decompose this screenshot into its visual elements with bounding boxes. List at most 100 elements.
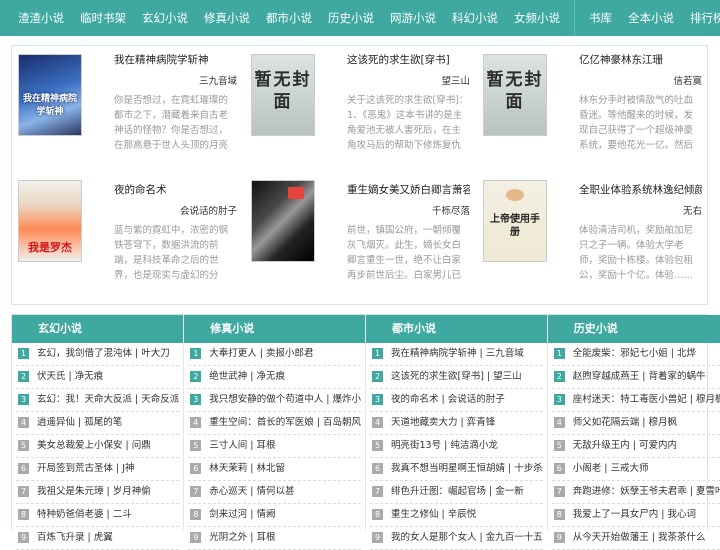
list-item[interactable]: 3 夜的命名术 | 会说话的肘子 bbox=[370, 389, 543, 412]
rank-badge: 7 bbox=[18, 486, 29, 497]
list-item[interactable]: 7 奔跑进修：妖孽王爷夫君乖 | 夏雪叶 bbox=[551, 481, 720, 504]
list-item-text: 玄幻，我剑借了混沌体 | 叶大刀 bbox=[37, 348, 170, 359]
list-item[interactable]: 6 林天茉莉 | 林北留 bbox=[188, 458, 361, 481]
featured-book[interactable]: 我在精神病院学斩神 我在精神病院学斩神 三九音域 你是否想过，在霓虹璀璨的都市之… bbox=[12, 46, 240, 171]
nav-link-nvpin[interactable]: 女频小说 bbox=[506, 0, 568, 36]
list-item[interactable]: 7 我祖父是朱元璋 | 岁月神偷 bbox=[16, 481, 180, 504]
nav-link-site-home[interactable]: 渣渣小说 bbox=[0, 0, 72, 36]
list-item[interactable]: 2 赵煦穿越成燕王 | 背着家的蜗牛 bbox=[551, 366, 720, 389]
rank-badge: 5 bbox=[18, 440, 29, 451]
nav-link-wangyou[interactable]: 网游小说 bbox=[382, 0, 444, 36]
book-title[interactable]: 重生嫡女美又娇白卿言萧容衍 bbox=[347, 182, 470, 197]
nav-link-library[interactable]: 书库 bbox=[581, 0, 620, 36]
list-item[interactable]: 4 逍遥异仙 | 孤尾的笔 bbox=[16, 412, 180, 435]
list-item-text: 从今天开始做藩王 | 我茶茶什么 bbox=[572, 532, 706, 543]
ranking-list: 1 玄幻，我剑借了混沌体 | 叶大刀 2 伏天氏 | 净无痕 3 玄幻：我！天命大反派… bbox=[12, 343, 183, 550]
book-title[interactable]: 夜的命名术 bbox=[114, 182, 237, 197]
list-item[interactable]: 8 特种奶爸俏老婆 | 二斗 bbox=[16, 504, 180, 527]
list-item-text: 百炼飞升录 | 虎翼 bbox=[37, 532, 113, 543]
list-item[interactable]: 7 赤心巡天 | 情何以甚 bbox=[188, 481, 361, 504]
list-item[interactable]: 3 玄幻：我！天命大反派 | 天命反派 bbox=[16, 389, 180, 412]
book-cover[interactable]: 上帝使用手册 bbox=[483, 180, 547, 262]
book-title[interactable]: 亿亿神豪林东江珊 bbox=[579, 52, 702, 67]
rank-badge: 1 bbox=[190, 348, 202, 359]
list-item[interactable]: 9 百炼飞升录 | 虎翼 bbox=[16, 527, 180, 550]
nav-link-lishi[interactable]: 历史小说 bbox=[320, 0, 382, 36]
list-item-text: 这该死的求生欲[穿书] | 望三山 bbox=[391, 371, 522, 382]
rank-badge: 6 bbox=[190, 463, 202, 474]
category-heading[interactable]: 都市小说 bbox=[366, 315, 547, 343]
list-item[interactable]: 5 三寸人间 | 耳根 bbox=[188, 435, 361, 458]
nav-link-xiuzhen[interactable]: 修真小说 bbox=[196, 0, 258, 36]
list-item-text: 美女总裁爱上小保安 | 问鼎 bbox=[37, 440, 151, 451]
list-item-text: 特种奶爸俏老婆 | 二斗 bbox=[37, 509, 132, 520]
list-item[interactable]: 8 我爱上了一具女尸内 | 我心词 bbox=[551, 504, 720, 527]
list-item[interactable]: 6 我真不想当明星啊王恒胡婧 | 十步杀 bbox=[370, 458, 543, 481]
list-item[interactable]: 3 我只想安静的做个苟道中人 | 爆炸小 bbox=[188, 389, 361, 412]
list-item[interactable]: 8 重生之修仙 | 辛辰悦 bbox=[370, 504, 543, 527]
category-column-lishi: 历史小说 1 全能废柴：邪妃七小姐 | 北烨 2 赵煦穿越成燕王 | 背着家的蜗牛 … bbox=[547, 315, 720, 550]
list-item[interactable]: 1 玄幻，我剑借了混沌体 | 叶大刀 bbox=[16, 343, 180, 366]
featured-book[interactable]: 暂无封面 这该死的求生欲[穿书] 望三山 关于这该死的求生欲[穿书]：1、《恶鬼… bbox=[245, 46, 473, 171]
list-item[interactable]: 1 全能废柴：邪妃七小姐 | 北烨 bbox=[551, 343, 720, 366]
list-item[interactable]: 1 大奉打更人 | 卖报小郎君 bbox=[188, 343, 361, 366]
list-item[interactable]: 9 光阴之外 | 耳根 bbox=[188, 527, 361, 550]
list-item[interactable]: 9 我的女人是那个女人 | 金九百一十五 bbox=[370, 527, 543, 550]
list-item[interactable]: 2 绝世武神 | 净无痕 bbox=[188, 366, 361, 389]
featured-book[interactable]: 暂无封面 亿亿神豪林东江珊 信若寞 林东分手时被情敌气的吐血昏迷。等他醒来的时候… bbox=[477, 46, 705, 171]
book-info: 这该死的求生欲[穿书] 望三山 关于这该死的求生欲[穿书]：1、《恶鬼》这本书讲… bbox=[347, 52, 470, 153]
list-item[interactable]: 4 师父如花隔云端 | 穆月枫 bbox=[551, 412, 720, 435]
list-item[interactable]: 8 剑来过河 | 情阙 bbox=[188, 504, 361, 527]
nav-link-kehuan[interactable]: 科幻小说 bbox=[444, 0, 506, 36]
list-item[interactable]: 5 明亮街13号 | 纯洁滴小龙 bbox=[370, 435, 543, 458]
book-cover[interactable]: 我在精神病院学斩神 bbox=[18, 54, 82, 136]
list-item[interactable]: 3 座村迷天：特工毒医小兽妃 | 穆月枫 bbox=[551, 389, 720, 412]
book-title[interactable]: 这该死的求生欲[穿书] bbox=[347, 52, 470, 67]
snail-icon bbox=[506, 189, 524, 201]
list-item[interactable]: 6 小阁老 | 三戒大师 bbox=[551, 458, 720, 481]
featured-book[interactable]: 上帝使用手册 全职业体验系统林逸纪倾颜 无右 体验清洁司机，奖励舶加尼只之子一辆… bbox=[477, 176, 705, 301]
list-item[interactable]: 7 绯色升迁图：崛起官场 | 金一新 bbox=[370, 481, 543, 504]
book-title[interactable]: 全职业体验系统林逸纪倾颜 bbox=[579, 182, 702, 197]
rank-badge: 9 bbox=[18, 532, 29, 543]
list-item-text: 赤心巡天 | 情何以甚 bbox=[209, 486, 295, 497]
book-cover[interactable]: 暂无封面 bbox=[483, 54, 547, 136]
list-item[interactable]: 4 天道地藏卖大力 | 弈青锋 bbox=[370, 412, 543, 435]
nav-link-ranking[interactable]: 排行榜 bbox=[682, 0, 720, 36]
nav-link-completed[interactable]: 全本小说 bbox=[620, 0, 682, 36]
list-item[interactable]: 1 我在精神病院学斩神 | 三九音域 bbox=[370, 343, 543, 366]
category-column-dushi: 都市小说 1 我在精神病院学斩神 | 三九音域 2 这该死的求生欲[穿书] | 望三… bbox=[366, 315, 548, 550]
rank-badge: 8 bbox=[553, 509, 565, 520]
list-item[interactable]: 5 美女总裁爱上小保安 | 问鼎 bbox=[16, 435, 180, 458]
category-heading[interactable]: 玄幻小说 bbox=[12, 315, 184, 343]
list-item[interactable]: 2 这该死的求生欲[穿书] | 望三山 bbox=[370, 366, 543, 389]
category-heading[interactable]: 修真小说 bbox=[184, 315, 365, 343]
book-author: 无右 bbox=[682, 206, 702, 217]
cover-title: 我是罗杰 bbox=[28, 241, 72, 254]
list-item[interactable]: 4 重生空间：首长的军医娘 | 百岛朝风 bbox=[188, 412, 361, 435]
featured-book[interactable]: 重生嫡女美又娇白卿言萧容衍 千栎尽落 前世，镇国公府，一朝倾覆灰飞烟灭。此生，嫡… bbox=[245, 176, 473, 301]
list-item[interactable]: 9 从今天开始做藩王 | 我茶茶什么 bbox=[551, 527, 720, 550]
book-cover[interactable] bbox=[251, 180, 315, 262]
list-item[interactable]: 5 无敌升级王内 | 可爱内内 bbox=[551, 435, 720, 458]
book-cover[interactable]: 我是罗杰 bbox=[18, 180, 82, 262]
list-item[interactable]: 2 伏天氏 | 净无痕 bbox=[16, 366, 180, 389]
book-title[interactable]: 我在精神病院学斩神 bbox=[114, 52, 237, 67]
nav-link-bookshelf[interactable]: 临时书架 bbox=[72, 0, 134, 36]
nav-link-xuanhuan[interactable]: 玄幻小说 bbox=[134, 0, 196, 36]
book-info: 亿亿神豪林东江珊 信若寞 林东分手时被情敌气的吐血昏迷。等他醒来的时候，发现自己… bbox=[579, 52, 702, 153]
book-author: 千栎尽落 bbox=[431, 206, 470, 217]
nav-link-dushi[interactable]: 都市小说 bbox=[258, 0, 320, 36]
list-item-text: 全能废柴：邪妃七小姐 | 北烨 bbox=[572, 348, 696, 359]
category-column-xiuzhen: 修真小说 1 大奉打更人 | 卖报小郎君 2 绝世武神 | 净无痕 3 我只想安静的做… bbox=[184, 315, 366, 550]
list-item-text: 我只想安静的做个苟道中人 | 爆炸小 bbox=[209, 394, 361, 405]
category-rankings: 玄幻小说 1 玄幻，我剑借了混沌体 | 叶大刀 2 伏天氏 | 净无痕 3 玄幻：我！… bbox=[11, 314, 720, 550]
featured-book[interactable]: 我是罗杰 夜的命名术 会说话的肘子 蓝与紫的霓虹中，浓密的钢铁苍穹下，数据洪流的… bbox=[12, 176, 240, 301]
rank-badge: 3 bbox=[18, 394, 29, 405]
rank-badge: 1 bbox=[18, 348, 29, 359]
list-item[interactable]: 6 开局签到荒古圣体 | J神 bbox=[16, 458, 180, 481]
book-cover[interactable]: 暂无封面 bbox=[251, 54, 315, 136]
category-heading[interactable]: 历史小说 bbox=[547, 315, 720, 343]
list-item-text: 大奉打更人 | 卖报小郎君 bbox=[209, 348, 314, 359]
ranking-list: 1 全能废柴：邪妃七小姐 | 北烨 2 赵煦穿越成燕王 | 背着家的蜗牛 3 座村迷天… bbox=[548, 343, 720, 550]
